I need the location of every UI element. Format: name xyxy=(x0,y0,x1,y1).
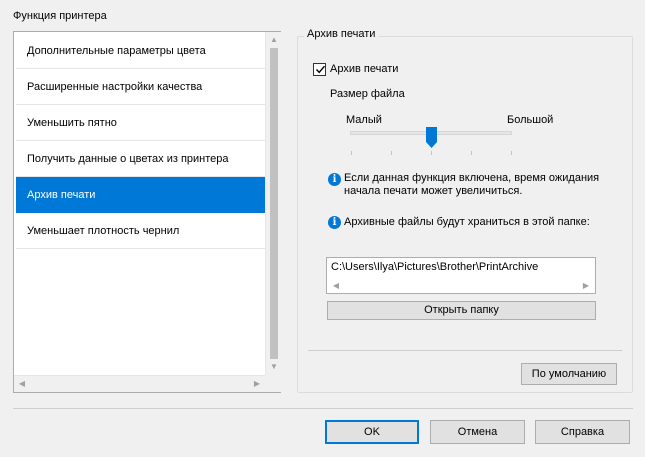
archive-group-title: Архив печати xyxy=(304,28,379,40)
list-vertical-scrollbar[interactable]: ▲ ▼ xyxy=(265,32,281,375)
file-size-label: Размер файла xyxy=(330,88,405,100)
slider-tick xyxy=(391,151,392,155)
help-button[interactable]: Справка xyxy=(535,420,630,444)
default-button[interactable]: По умолчанию xyxy=(521,363,617,385)
group-divider xyxy=(308,350,622,351)
scroll-down-icon[interactable]: ▼ xyxy=(266,359,282,375)
scroll-right-icon[interactable]: ▶ xyxy=(249,376,265,392)
archive-checkbox[interactable] xyxy=(313,63,326,76)
scrollbar-corner xyxy=(265,375,281,392)
scroll-up-icon[interactable]: ▲ xyxy=(266,32,282,48)
list-horizontal-scrollbar[interactable]: ◀ ▶ xyxy=(14,375,265,392)
scrollbar-thumb[interactable] xyxy=(270,48,278,359)
scroll-right-icon[interactable]: ▶ xyxy=(579,278,593,293)
slider-tick xyxy=(351,151,352,155)
scroll-left-icon[interactable]: ◀ xyxy=(14,376,30,392)
section-title: Функция принтера xyxy=(13,10,107,22)
feature-list[interactable]: Дополнительные параметры цвета Расширенн… xyxy=(13,31,281,393)
check-icon xyxy=(315,65,326,74)
size-small-label: Малый xyxy=(346,114,382,126)
list-item-get-color-data[interactable]: Получить данные о цветах из принтера xyxy=(16,141,265,177)
scroll-left-icon[interactable]: ◀ xyxy=(329,278,343,293)
list-item-color-options[interactable]: Дополнительные параметры цвета xyxy=(16,33,265,69)
archive-path-text: C:\Users\Ilya\Pictures\Brother\PrintArch… xyxy=(331,261,539,273)
footer-divider xyxy=(13,408,633,409)
archive-checkbox-label[interactable]: Архив печати xyxy=(330,63,398,75)
list-item-print-archive[interactable]: Архив печати xyxy=(16,177,265,213)
ok-button[interactable]: OK xyxy=(325,420,419,444)
list-item-quality-settings[interactable]: Расширенные настройки качества xyxy=(16,69,265,105)
info-wait-text: Если данная функция включена, время ожид… xyxy=(344,172,600,197)
info-icon: i xyxy=(328,173,341,186)
cancel-button[interactable]: Отмена xyxy=(430,420,525,444)
slider-tick xyxy=(511,151,512,155)
archive-path-field[interactable]: C:\Users\Ilya\Pictures\Brother\PrintArch… xyxy=(326,257,596,294)
list-item-reduce-ink-density[interactable]: Уменьшает плотность чернил xyxy=(16,213,265,249)
file-size-slider-thumb[interactable] xyxy=(425,127,437,149)
path-horizontal-scrollbar[interactable]: ◀ ▶ xyxy=(327,278,595,293)
info-icon: i xyxy=(328,216,341,229)
list-item-reduce-smudge[interactable]: Уменьшить пятно xyxy=(16,105,265,141)
slider-tick xyxy=(471,151,472,155)
open-folder-button[interactable]: Открыть папку xyxy=(327,301,596,320)
slider-tick xyxy=(431,151,432,155)
info-folder-text: Архивные файлы будут храниться в этой па… xyxy=(344,216,590,228)
size-large-label: Большой xyxy=(507,114,554,126)
